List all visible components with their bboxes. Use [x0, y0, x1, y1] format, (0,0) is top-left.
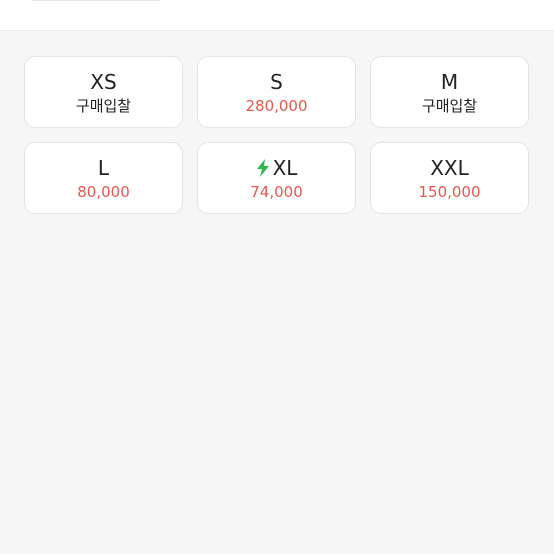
size-option-xxl[interactable]: XXL 150,000 — [370, 142, 529, 214]
size-name: S — [270, 69, 283, 94]
size-name: L — [97, 155, 110, 180]
size-bid-label: 구매입찰 — [75, 96, 132, 115]
size-option-xs[interactable]: XS 구매입찰 — [24, 56, 183, 128]
size-name: XXL — [430, 155, 469, 180]
size-label: XS — [90, 70, 116, 94]
top-bar — [0, 0, 554, 31]
top-stub — [32, 0, 160, 1]
size-option-xl[interactable]: XL 74,000 — [197, 142, 356, 214]
size-label: M — [441, 70, 458, 94]
size-label: XL — [256, 155, 298, 180]
size-label: L — [98, 156, 109, 180]
size-price: 280,000 — [245, 96, 308, 115]
lightning-bolt-icon — [256, 158, 269, 177]
size-label: S — [270, 70, 283, 94]
size-bid-label: 구매입찰 — [421, 96, 478, 115]
size-label: XXL — [430, 156, 469, 180]
size-price: 74,000 — [250, 182, 303, 201]
size-option-s[interactable]: S 280,000 — [197, 56, 356, 128]
size-option-l[interactable]: L 80,000 — [24, 142, 183, 214]
size-name: XS — [90, 69, 117, 94]
size-price: 150,000 — [418, 182, 481, 201]
size-name: XL — [272, 155, 298, 180]
size-grid: XS 구매입찰 S 280,000 M 구매입찰 L 80,000 XL 74,… — [24, 56, 529, 214]
size-price: 80,000 — [77, 182, 130, 201]
size-name: M — [440, 69, 459, 94]
size-option-m[interactable]: M 구매입찰 — [370, 56, 529, 128]
